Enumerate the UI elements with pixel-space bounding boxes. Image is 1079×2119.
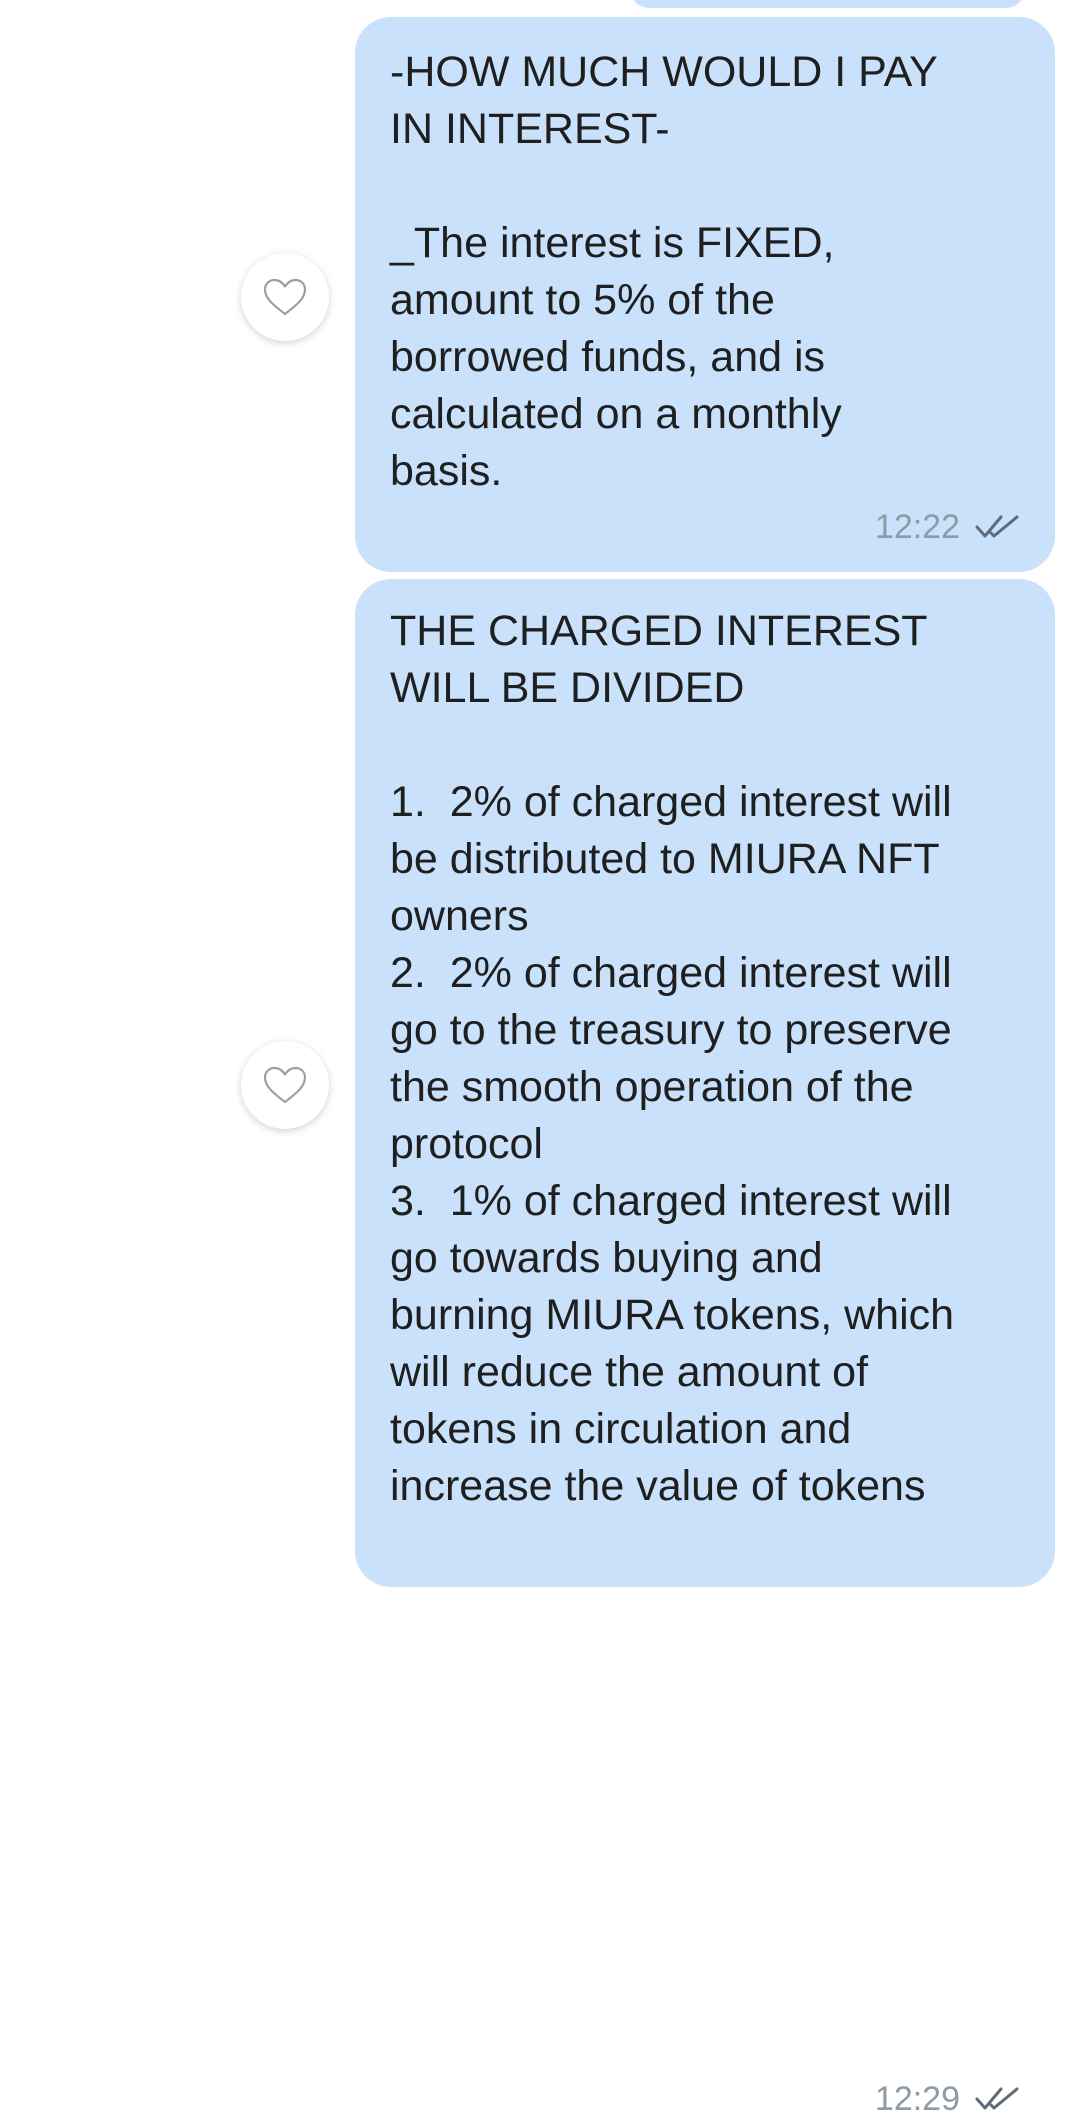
message-timestamp: 12:29 xyxy=(874,2080,960,2118)
message-bubble[interactable]: THE CHARGED INTEREST WILL BE DIVIDED 1. … xyxy=(355,579,1055,2118)
message-text: THE CHARGED INTEREST WILL BE DIVIDED 1. … xyxy=(390,607,955,1510)
message-meta: 12:29 xyxy=(875,2079,1020,2119)
heart-outline-icon xyxy=(263,1066,307,1104)
double-check-icon xyxy=(975,515,1019,538)
heart-outline-icon xyxy=(263,278,307,316)
double-check-icon xyxy=(975,2087,1019,2110)
reaction-button[interactable] xyxy=(241,253,329,341)
reaction-button[interactable] xyxy=(241,1041,329,1129)
message-timestamp: 12:22 xyxy=(874,508,960,546)
message-meta: 12:22 xyxy=(875,507,1020,547)
previous-message-bubble[interactable] xyxy=(630,0,1025,8)
message-text: -HOW MUCH WOULD I PAY IN INTEREST- _The … xyxy=(390,48,938,495)
message-bubble[interactable]: -HOW MUCH WOULD I PAY IN INTEREST- _The … xyxy=(355,17,1055,572)
